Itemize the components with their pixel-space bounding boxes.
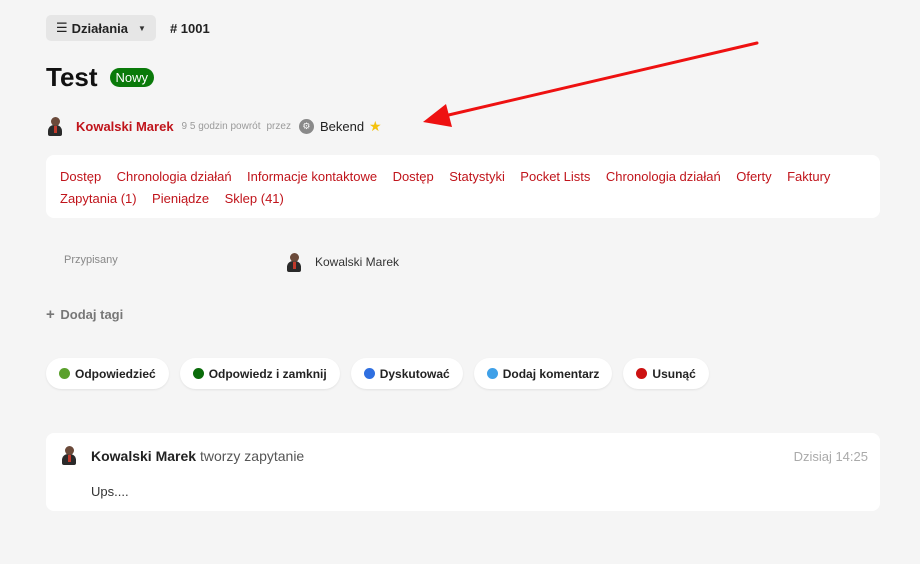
ticket-id: # 1001 [169,20,210,36]
status-badge: Nowy [109,68,155,87]
reply-label: Odpowiedzieć [75,366,156,381]
hamburger-icon: ☰ [56,20,68,35]
backend-icon: ⚙ [298,118,314,134]
comment-dot-icon [486,368,498,379]
discuss-dot-icon [363,368,375,379]
add-tags-label: Dodaj tagi [60,307,124,322]
avatar [285,252,303,272]
plus-icon: + [46,306,55,323]
meta-time: 9 5 godzin powrót [181,120,261,132]
comment-header: Kowalski Marek tworzy zapytanie [91,448,304,464]
title-row: Test Nowy [46,62,155,93]
assigned-user[interactable]: Kowalski Marek [285,252,399,272]
page-title: Test [46,62,98,92]
tab-invoices[interactable]: Faktury [787,166,830,188]
tab-requests[interactable]: Zapytania (1) [60,188,137,210]
tab-pocket-lists[interactable]: Pocket Lists [520,166,590,188]
toolbar: ☰ Działania ▼ # 1001 [46,15,210,41]
avatar [46,116,64,136]
ticket-page: ☰ Działania ▼ # 1001 Test Nowy Kowalski … [0,0,920,564]
star-icon[interactable]: ★ [369,118,382,135]
tab-statistics[interactable]: Statystyki [449,166,505,188]
tabs-card: Dostęp Chronologia działań Informacje ko… [46,155,880,218]
tab-activity-timeline[interactable]: Chronologia działań [117,166,232,188]
comment-author[interactable]: Kowalski Marek [91,448,196,464]
actions-label: Działania [71,20,129,36]
delete-button[interactable]: Usunąć [623,358,709,389]
tab-activity-timeline-2[interactable]: Chronologia działań [606,166,721,188]
add-comment-button[interactable]: Dodaj komentarz [473,358,613,389]
comment-time: Dzisiaj 14:25 [793,449,868,464]
tab-access-2[interactable]: Dostęp [393,166,434,188]
assigned-label: Przypisany [64,254,118,266]
comment-text: Ups.... [91,484,129,499]
comment-card: Kowalski Marek tworzy zapytanie Dzisiaj … [46,433,880,511]
action-buttons: Odpowiedzieć Odpowiedz i zamknij Dyskuto… [46,358,720,389]
tab-money[interactable]: Pieniądze [152,188,209,210]
avatar [60,445,78,465]
tab-shop[interactable]: Sklep (41) [225,188,284,210]
author-link[interactable]: Kowalski Marek [76,119,174,134]
caret-down-icon: ▼ [138,23,146,33]
comment-action: tworzy zapytanie [199,448,305,464]
meta-row: Kowalski Marek 9 5 godzin powrót przez ⚙… [46,116,382,136]
source-label: Bekend [319,118,365,134]
add-comment-label: Dodaj komentarz [502,366,600,381]
reply-close-dot-icon [192,368,204,379]
tab-offers[interactable]: Oferty [736,166,771,188]
reply-and-close-button[interactable]: Odpowiedz i zamknij [179,358,340,389]
discuss-label: Dyskutować [379,366,450,381]
tab-access[interactable]: Dostęp [60,166,101,188]
reply-button[interactable]: Odpowiedzieć [46,358,169,389]
tab-contact-info[interactable]: Informacje kontaktowe [247,166,377,188]
delete-dot-icon [636,368,648,379]
add-tags-button[interactable]: + Dodaj tagi [46,306,123,323]
assigned-name: Kowalski Marek [315,255,400,269]
delete-label: Usunąć [652,366,696,381]
meta-via: przez [266,120,291,132]
actions-menu-button[interactable]: ☰ Działania ▼ [46,15,156,41]
reply-close-label: Odpowiedz i zamknij [208,366,327,381]
discuss-button[interactable]: Dyskutować [350,358,463,389]
reply-dot-icon [59,368,70,379]
